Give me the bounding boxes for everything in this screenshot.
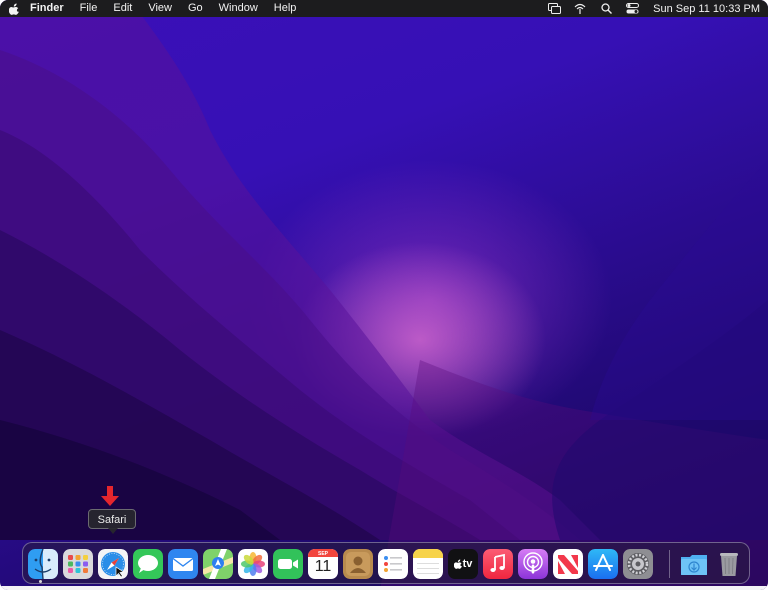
dock-facetime[interactable] — [273, 549, 303, 579]
dock-separator — [669, 550, 670, 578]
wifi-icon[interactable] — [570, 0, 590, 17]
dock-notes[interactable] — [413, 549, 443, 579]
contacts-icon — [343, 549, 373, 579]
dock-maps[interactable] — [203, 549, 233, 579]
search-icon[interactable] — [596, 0, 616, 17]
trash-icon — [720, 553, 738, 576]
menu-edit[interactable]: Edit — [105, 0, 140, 17]
finder-running-indicator — [39, 580, 42, 583]
maps-icon — [203, 549, 233, 579]
news-icon — [553, 549, 583, 579]
screen-mirroring-icon[interactable] — [544, 0, 564, 17]
menu-app-finder[interactable]: Finder — [22, 0, 72, 17]
messages-icon — [133, 549, 163, 579]
menu-bar: Finder File Edit View Go Window Help Sun… — [0, 0, 768, 17]
downloads-folder-icon — [681, 555, 707, 575]
dock: SEP 11 tv — [22, 542, 750, 584]
menu-go[interactable]: Go — [180, 0, 211, 17]
reminders-icon — [378, 549, 408, 579]
dock-system-preferences[interactable] — [623, 549, 653, 579]
dock-calendar[interactable]: SEP 11 — [308, 549, 338, 579]
dock-messages[interactable] — [133, 549, 163, 579]
finder-icon — [28, 549, 58, 579]
notes-icon — [413, 549, 443, 579]
apple-icon — [8, 3, 19, 15]
apple-tv-logo-icon — [453, 559, 462, 569]
calendar-month: SEP — [317, 551, 328, 557]
dock-podcasts[interactable] — [518, 549, 548, 579]
safari-icon — [98, 549, 128, 579]
red-down-arrow-icon — [101, 486, 119, 506]
calendar-day: 11 — [314, 558, 332, 575]
dock-mail[interactable] — [168, 549, 198, 579]
screen-bottom-edge — [0, 586, 768, 590]
menubar-clock[interactable]: Sun Sep 11 10:33 PM — [645, 3, 764, 15]
facetime-icon — [273, 549, 303, 579]
menu-help[interactable]: Help — [266, 0, 305, 17]
dock-downloads[interactable] — [679, 549, 709, 579]
dock-music[interactable] — [483, 549, 513, 579]
dock-tv[interactable]: tv — [448, 549, 478, 579]
dock-app-store[interactable] — [588, 549, 618, 579]
photos-icon — [238, 549, 268, 579]
dock-trash[interactable] — [714, 549, 744, 579]
menu-window[interactable]: Window — [211, 0, 266, 17]
tv-label: tv — [462, 558, 473, 570]
mail-icon — [168, 549, 198, 579]
menu-view[interactable]: View — [140, 0, 180, 17]
music-icon — [483, 549, 513, 579]
desktop: Finder File Edit View Go Window Help Sun… — [0, 0, 768, 590]
dock-reminders[interactable] — [378, 549, 408, 579]
apple-menu[interactable] — [6, 0, 22, 17]
dock-finder[interactable] — [28, 549, 58, 579]
gear-icon — [623, 549, 653, 579]
dock-launchpad[interactable] — [63, 549, 93, 579]
menu-extras: Sun Sep 11 10:33 PM — [541, 0, 764, 17]
dock-safari[interactable] — [98, 549, 128, 579]
dock-contacts[interactable] — [343, 549, 373, 579]
dock-tooltip: Safari — [88, 509, 136, 534]
menu-file[interactable]: File — [72, 0, 106, 17]
launchpad-icon — [63, 549, 93, 579]
podcasts-icon — [518, 549, 548, 579]
control-center-icon[interactable] — [622, 0, 642, 17]
dock-news[interactable] — [553, 549, 583, 579]
dock-photos[interactable] — [238, 549, 268, 579]
app-store-icon — [588, 549, 618, 579]
